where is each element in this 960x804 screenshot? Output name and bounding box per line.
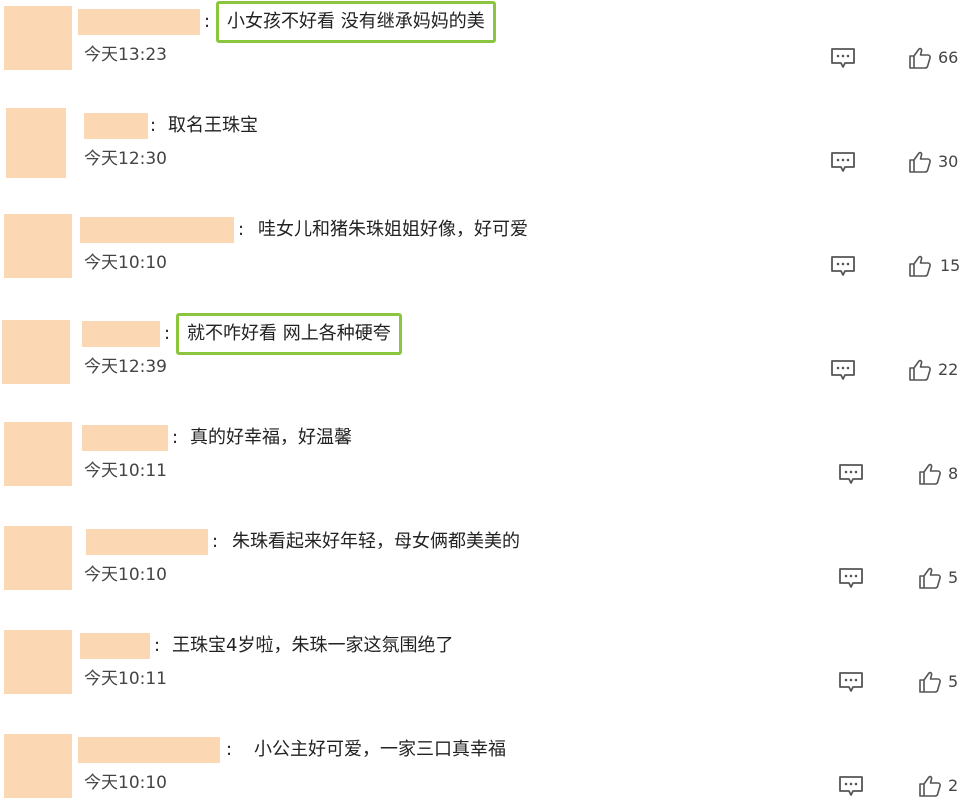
colon-separator: :	[154, 635, 161, 656]
comment-time: 今天10:10	[84, 565, 167, 585]
avatar[interactable]	[2, 320, 70, 384]
comment-text: 王珠宝4岁啦，朱珠一家这氛围绝了	[172, 635, 454, 656]
comment-time: 今天10:11	[84, 669, 167, 689]
comment-text: 取名王珠宝	[168, 115, 258, 136]
colon-separator: :	[238, 219, 245, 240]
username-redacted[interactable]	[82, 321, 160, 347]
comment-time: 今天13:23	[84, 45, 167, 65]
colon-separator: :	[204, 11, 211, 32]
thumbs-up-icon[interactable]	[908, 46, 932, 70]
colon-separator: :	[212, 531, 219, 552]
comment-item: : 就不咋好看 网上各种硬夸 今天12:39 22	[0, 312, 960, 415]
username-redacted[interactable]	[78, 737, 220, 763]
username-redacted[interactable]	[78, 9, 200, 35]
reply-icon[interactable]	[838, 463, 864, 485]
username-redacted[interactable]	[84, 113, 148, 139]
thumbs-up-icon[interactable]	[918, 462, 942, 486]
avatar[interactable]	[4, 422, 72, 486]
reply-icon[interactable]	[830, 359, 856, 381]
comment-item: : 王珠宝4岁啦，朱珠一家这氛围绝了 今天10:11 5	[0, 624, 960, 727]
thumbs-up-icon[interactable]	[908, 254, 932, 278]
thumbs-up-icon[interactable]	[918, 566, 942, 590]
comment-text: 就不咋好看 网上各种硬夸	[176, 313, 402, 355]
thumbs-up-icon[interactable]	[918, 774, 942, 798]
thumbs-up-icon[interactable]	[908, 358, 932, 382]
comment-time: 今天12:30	[84, 149, 167, 169]
avatar[interactable]	[4, 214, 72, 278]
thumbs-up-icon[interactable]	[908, 150, 932, 174]
comment-time: 今天10:11	[84, 461, 167, 481]
comment-time: 今天12:39	[84, 357, 167, 377]
username-redacted[interactable]	[86, 529, 208, 555]
comment-time: 今天10:10	[84, 253, 167, 273]
colon-separator: :	[226, 739, 233, 760]
reply-icon[interactable]	[838, 671, 864, 693]
like-count: 22	[938, 360, 959, 379]
comment-text: 朱珠看起来好年轻，母女俩都美美的	[232, 531, 520, 552]
like-count: 30	[938, 152, 959, 171]
reply-icon[interactable]	[830, 151, 856, 173]
like-count: 15	[940, 256, 960, 275]
username-redacted[interactable]	[80, 633, 150, 659]
comment-text: 真的好幸福，好温馨	[190, 427, 352, 448]
comment-item: : 哇女儿和猪朱珠姐姐好像，好可爱 今天10:10 15	[0, 208, 960, 311]
comment-item: : 朱珠看起来好年轻，母女俩都美美的 今天10:10 5	[0, 520, 960, 623]
comment-text: 小女孩不好看 没有继承妈妈的美	[216, 1, 496, 43]
avatar[interactable]	[4, 6, 72, 70]
comment-item: : 真的好幸福，好温馨 今天10:11 8	[0, 416, 960, 519]
avatar[interactable]	[4, 734, 72, 798]
comment-item: : 小公主好可爱，一家三口真幸福 今天10:10 2	[0, 728, 960, 804]
thumbs-up-icon[interactable]	[918, 670, 942, 694]
like-count: 5	[948, 568, 959, 587]
comment-text: 哇女儿和猪朱珠姐姐好像，好可爱	[258, 219, 528, 240]
avatar[interactable]	[6, 108, 66, 178]
like-count: 8	[948, 464, 959, 483]
like-count: 2	[948, 776, 959, 795]
like-count: 66	[938, 48, 959, 67]
username-redacted[interactable]	[82, 425, 168, 451]
username-redacted[interactable]	[80, 217, 234, 243]
avatar[interactable]	[4, 526, 72, 590]
avatar[interactable]	[4, 630, 72, 694]
reply-icon[interactable]	[830, 47, 856, 69]
colon-separator: :	[164, 323, 171, 344]
reply-icon[interactable]	[838, 567, 864, 589]
comment-item: : 取名王珠宝 今天12:30 30	[0, 104, 960, 207]
reply-icon[interactable]	[838, 775, 864, 797]
comment-item: : 小女孩不好看 没有继承妈妈的美 今天13:23 66	[0, 0, 960, 103]
like-count: 5	[948, 672, 959, 691]
comment-time: 今天10:10	[84, 773, 167, 793]
comment-text: 小公主好可爱，一家三口真幸福	[254, 739, 506, 760]
colon-separator: :	[172, 427, 179, 448]
reply-icon[interactable]	[830, 255, 856, 277]
colon-separator: :	[150, 115, 157, 136]
